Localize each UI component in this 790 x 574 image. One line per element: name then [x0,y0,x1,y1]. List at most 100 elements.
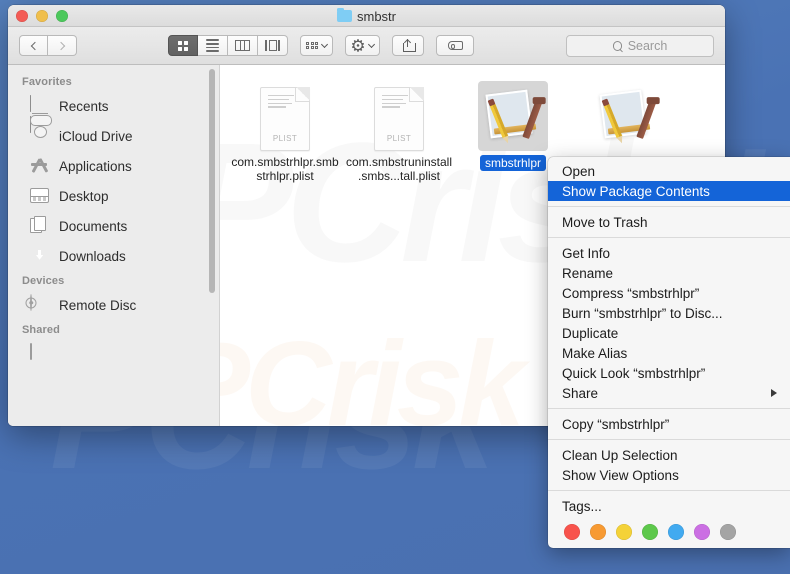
context-menu-item-share[interactable]: Share [548,383,790,403]
desktop-icon [30,186,50,206]
list-view-button[interactable] [198,35,228,56]
sidebar-item-documents[interactable]: Documents [8,211,219,241]
file-icon [592,81,662,151]
tag-icon [447,41,463,50]
gallery-view-button[interactable] [258,35,288,56]
columns-icon [235,40,250,51]
arrange-icon [306,41,318,50]
context-menu-separator [548,408,790,409]
file-icon: PLIST [364,81,434,151]
context-menu-item-open[interactable]: Open [548,161,790,181]
chevron-right-icon [56,41,66,50]
folder-icon [337,7,352,22]
arrange-button[interactable] [300,35,333,56]
file-kind-label: PLIST [386,134,412,143]
sidebar-item-shared-placeholder[interactable] [8,339,219,369]
gear-icon [351,39,365,53]
sidebar-item-remote-disc[interactable]: Remote Disc [8,290,219,320]
window-title: smbstr [357,8,396,24]
downloads-icon [30,246,50,266]
context-menu-separator [548,206,790,207]
disc-icon [30,294,50,315]
navigation-buttons [19,35,77,56]
sidebar-item-desktop[interactable]: Desktop [8,181,219,211]
edit-tags-button[interactable] [436,35,474,56]
window-titlebar[interactable]: smbstr [8,5,725,27]
chevron-down-icon [367,40,376,49]
grid-icon [178,40,188,51]
back-button[interactable] [19,35,48,56]
sidebar-item-label: Documents [59,218,128,234]
sidebar-item-label: iCloud Drive [59,128,133,144]
chevron-down-icon [320,40,329,49]
context-menu-item-make-alias[interactable]: Make Alias [548,343,790,363]
sidebar: Favorites Recents iCloud Drive Applicati… [8,65,220,426]
sidebar-section-favorites-header: Favorites [22,76,72,88]
context-menu-item-copy[interactable]: Copy “smbstrhlpr” [548,414,790,434]
file-item[interactable]: PLIST com.smbstruninstall.smbs...tall.pl… [342,77,456,183]
forward-button[interactable] [48,35,77,56]
context-menu-item-get-info[interactable]: Get Info [548,243,790,263]
sidebar-item-icloud-drive[interactable]: iCloud Drive [8,121,219,151]
context-menu-item-show-view-options[interactable]: Show View Options [548,465,790,485]
action-menu-button[interactable] [345,35,380,56]
documents-icon [30,216,50,236]
recents-icon [30,95,50,134]
tag-color-gray[interactable] [720,524,736,540]
sidebar-section-shared-header: Shared [22,324,60,336]
share-icon [402,38,416,52]
window-title-group: smbstr [8,5,725,27]
file-name-label: com.smbstrhlpr.smbstrhlpr.plist [231,155,339,183]
close-button[interactable] [16,9,28,22]
context-menu-item-duplicate[interactable]: Duplicate [548,323,790,343]
traffic-lights [8,9,68,22]
applications-icon [30,156,50,176]
column-view-button[interactable] [228,35,258,56]
file-name-label: smbstrhlpr [479,155,546,171]
sidebar-item-label: Applications [59,158,132,174]
tag-color-purple[interactable] [694,524,710,540]
context-menu-item-burn-to-disc[interactable]: Burn “smbstrhlpr” to Disc... [548,303,790,323]
context-menu-item-quick-look[interactable]: Quick Look “smbstrhlpr” [548,363,790,383]
share-button[interactable] [392,35,424,56]
toolbar: Search [8,27,725,65]
sidebar-item-label: Desktop [59,188,109,204]
chevron-left-icon [30,41,39,50]
tag-color-red[interactable] [564,524,580,540]
list-icon [206,39,219,52]
search-input[interactable]: Search [566,35,714,57]
icon-view-button[interactable] [168,35,198,56]
application-icon [482,89,544,151]
plist-document-icon: PLIST [374,87,424,151]
tag-color-green[interactable] [642,524,658,540]
sidebar-section-devices-header: Devices [22,275,65,287]
tag-color-orange[interactable] [590,524,606,540]
file-kind-label: PLIST [272,134,298,143]
sidebar-scrollbar[interactable] [209,69,215,293]
tag-color-yellow[interactable] [616,524,632,540]
context-menu-item-rename[interactable]: Rename [548,263,790,283]
file-name-label: com.smbstruninstall.smbs...tall.plist [345,155,453,183]
context-menu-item-move-to-trash[interactable]: Move to Trash [548,212,790,232]
context-menu-item-show-package-contents[interactable]: Show Package Contents [548,181,790,201]
tag-color-blue[interactable] [668,524,684,540]
sidebar-item-label: Remote Disc [59,297,137,313]
coverflow-icon [265,40,280,51]
maximize-button[interactable] [56,9,68,22]
submenu-arrow-icon [771,389,777,397]
view-mode-segmented-control [168,35,288,56]
application-icon [596,89,658,151]
context-menu-item-label: Share [562,385,599,401]
context-menu-item-clean-up-selection[interactable]: Clean Up Selection [548,445,790,465]
context-menu-separator [548,490,790,491]
sidebar-item-downloads[interactable]: Downloads [8,241,219,271]
plist-document-icon: PLIST [260,87,310,151]
context-menu-separator [548,439,790,440]
sidebar-item-applications[interactable]: Applications [8,151,219,181]
search-placeholder: Search [627,39,668,53]
minimize-button[interactable] [36,9,48,22]
context-menu: Open Show Package Contents Move to Trash… [548,157,790,548]
context-menu-item-compress[interactable]: Compress “smbstrhlpr” [548,283,790,303]
context-menu-item-tags[interactable]: Tags... [548,496,790,516]
file-item[interactable]: PLIST com.smbstrhlpr.smbstrhlpr.plist [228,77,342,183]
